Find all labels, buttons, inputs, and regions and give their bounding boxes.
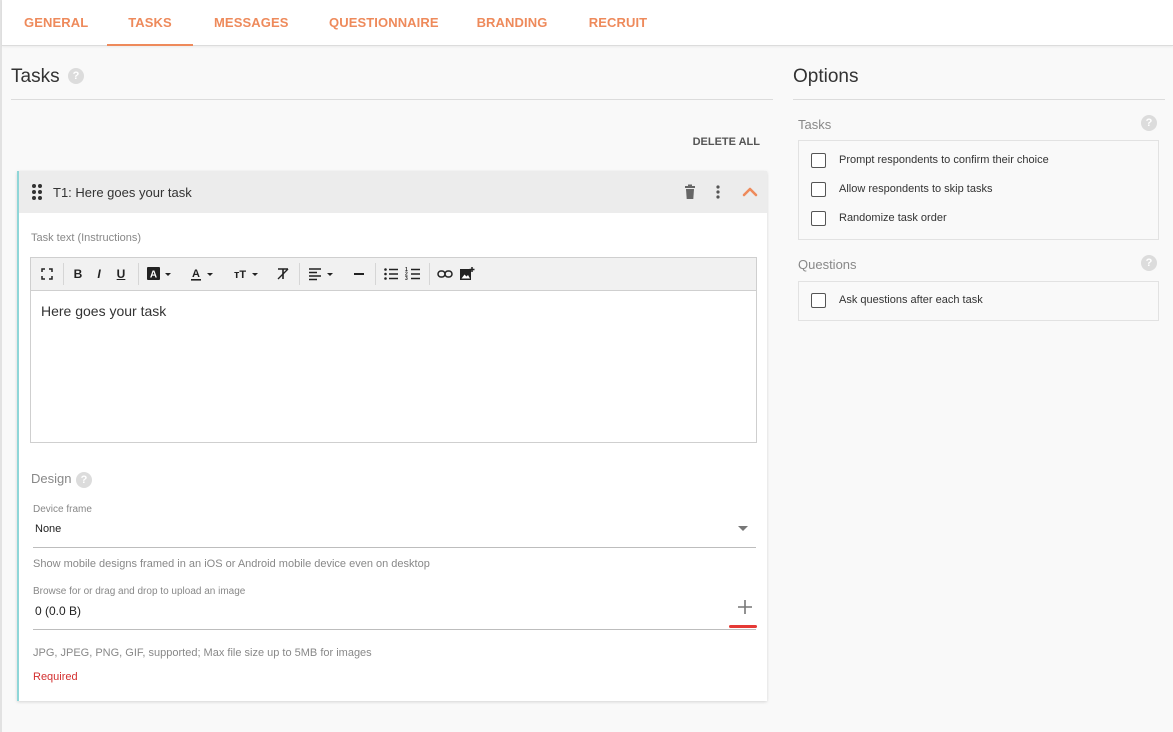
toolbar-divider	[63, 263, 64, 285]
options-questions-help-icon[interactable]: ?	[1141, 255, 1157, 271]
svg-text:тT: тT	[234, 269, 246, 281]
fullscreen-icon[interactable]	[41, 266, 53, 282]
upload-error-indicator	[729, 625, 757, 628]
toolbar-divider	[138, 263, 139, 285]
device-frame-label: Device frame	[33, 504, 92, 515]
upload-label: Browse for or drag and drop to upload an…	[33, 586, 246, 597]
device-frame-select[interactable]: None	[35, 523, 61, 535]
svg-text:3: 3	[405, 276, 408, 282]
background-color-icon[interactable]: A	[146, 266, 176, 282]
trash-icon[interactable]	[681, 183, 699, 201]
tab-tasks[interactable]: TASKS	[107, 0, 193, 46]
page-left-border	[0, 0, 2, 732]
tasks-title: Tasks	[11, 66, 60, 87]
task-card-header[interactable]: T1: Here goes your task	[19, 171, 767, 213]
add-image-icon[interactable]	[737, 599, 753, 615]
checkbox[interactable]	[811, 293, 826, 308]
numbered-list-icon[interactable]: 1 2 3	[405, 266, 421, 282]
horizontal-rule-icon[interactable]	[351, 266, 367, 282]
options-questions-box: Ask questions after each task	[798, 281, 1159, 321]
drag-handle-icon[interactable]	[32, 184, 44, 200]
task-title: T1: Here goes your task	[53, 185, 192, 200]
checkbox[interactable]	[811, 211, 826, 226]
design-title: Design	[31, 471, 72, 486]
chevron-up-icon[interactable]	[741, 183, 759, 201]
task-text-content[interactable]: Here goes your task	[41, 303, 166, 319]
options-divider	[793, 99, 1165, 100]
option-label: Randomize task order	[839, 212, 947, 224]
options-questions-title: Questions	[798, 257, 857, 272]
device-frame-hint: Show mobile designs framed in an iOS or …	[33, 558, 430, 570]
device-frame-underline	[33, 547, 756, 548]
toolbar-divider	[429, 263, 430, 285]
design-help-icon[interactable]: ?	[76, 472, 92, 488]
option-label: Ask questions after each task	[839, 294, 983, 306]
tab-messages[interactable]: MESSAGES	[214, 0, 288, 46]
tab-branding[interactable]: BRANDING	[476, 0, 548, 46]
checkbox[interactable]	[811, 153, 826, 168]
task-text-editor: B I U A A тT 1 2 3 Here goes your task	[30, 257, 757, 443]
toolbar-divider	[375, 263, 376, 285]
task-text-label: Task text (Instructions)	[31, 232, 142, 244]
bullet-list-icon[interactable]	[383, 266, 399, 282]
option-label: Prompt respondents to confirm their choi…	[839, 154, 1049, 166]
option-label: Allow respondents to skip tasks	[839, 183, 993, 195]
tasks-help-icon[interactable]: ?	[68, 68, 84, 84]
tasks-divider	[11, 99, 773, 100]
bold-icon[interactable]: B	[71, 266, 85, 282]
toolbar-divider	[299, 263, 300, 285]
clear-format-icon[interactable]	[275, 266, 291, 282]
font-size-icon[interactable]: тT	[231, 266, 261, 282]
link-icon[interactable]	[437, 266, 453, 282]
svg-text:A: A	[192, 268, 200, 280]
underline-icon[interactable]: U	[114, 266, 128, 282]
delete-all-button[interactable]: DELETE ALL	[680, 136, 760, 154]
options-tasks-title: Tasks	[798, 117, 832, 132]
options-title: Options	[793, 66, 859, 87]
required-error-text: Required	[33, 671, 78, 683]
options-tasks-box: Prompt respondents to confirm their choi…	[798, 140, 1159, 240]
upload-value[interactable]: 0 (0.0 B)	[35, 604, 81, 618]
tab-general[interactable]: GENERAL	[24, 0, 88, 46]
task-card: T1: Here goes your task Task text (Instr…	[17, 171, 767, 701]
svg-text:A: A	[150, 270, 157, 281]
checkbox[interactable]	[811, 182, 826, 197]
align-icon[interactable]	[308, 266, 338, 282]
tab-questionnaire[interactable]: QUESTIONNAIRE	[329, 0, 439, 46]
more-vert-icon[interactable]	[709, 183, 727, 201]
upload-hint: JPG, JPEG, PNG, GIF, supported; Max file…	[33, 647, 372, 659]
tab-recruit[interactable]: RECRUIT	[588, 0, 648, 46]
upload-underline	[33, 629, 756, 630]
insert-image-icon[interactable]	[459, 266, 475, 282]
dropdown-arrow-icon[interactable]	[737, 525, 749, 533]
font-color-icon[interactable]: A	[189, 266, 217, 282]
editor-toolbar: B I U A A тT 1 2 3	[31, 258, 756, 291]
italic-icon[interactable]: I	[92, 266, 106, 282]
options-tasks-help-icon[interactable]: ?	[1141, 115, 1157, 131]
top-tab-bar: GENERAL TASKS MESSAGES QUESTIONNAIRE BRA…	[2, 0, 1173, 46]
